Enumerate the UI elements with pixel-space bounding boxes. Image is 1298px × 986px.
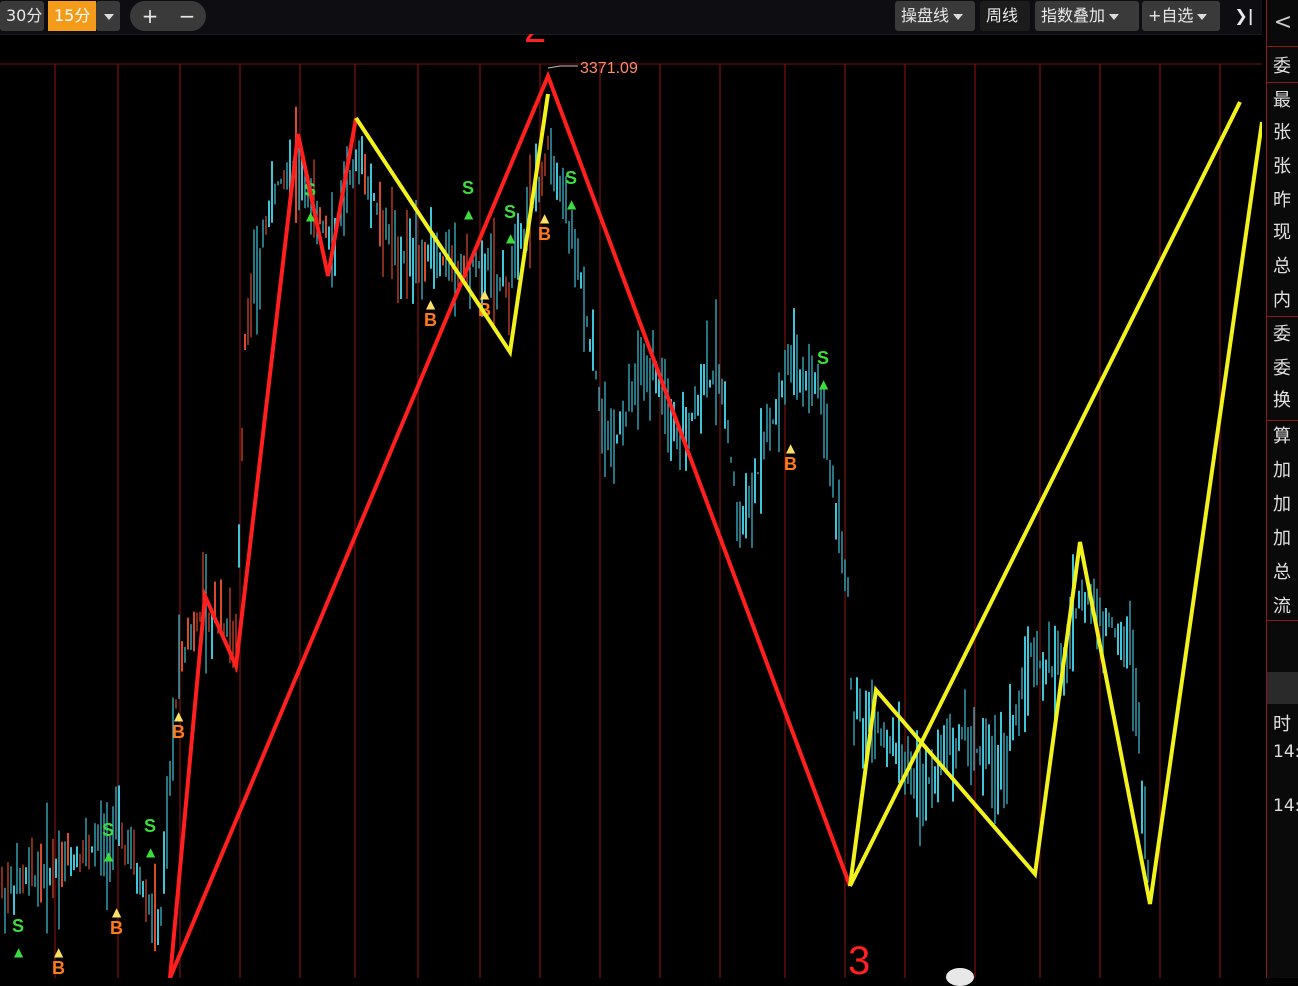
yellow-wave-line	[354, 93, 550, 358]
quote-field-label: 最	[1273, 90, 1291, 111]
time-row: 14:	[1273, 796, 1298, 816]
sidebar-divider	[1267, 82, 1298, 83]
signal-arrow-icon: ▲	[506, 231, 516, 245]
buy-signal: B	[110, 918, 123, 938]
chevron-down-icon	[953, 13, 964, 20]
quote-field-label: 委	[1273, 358, 1291, 379]
quote-field-label: 总	[1273, 562, 1291, 583]
quote-field-label: 加	[1273, 494, 1291, 515]
signal-arrow-icon: ▲	[426, 297, 436, 311]
quote-field-label: 加	[1273, 460, 1291, 481]
sell-signal: S	[144, 816, 156, 836]
back-arrow-icon[interactable]: <	[1267, 0, 1298, 47]
quote-field-label: 总	[1273, 256, 1291, 277]
buy-signal: B	[52, 958, 65, 978]
index-overlay-button[interactable]: 指数叠加	[1035, 1, 1139, 31]
signal-arrow-icon: ▲	[567, 197, 577, 211]
trade-line-label: 操盘线	[901, 6, 950, 25]
signal-arrow-icon: ▲	[14, 945, 24, 959]
buy-signal: B	[784, 454, 797, 474]
buy-signal: B	[424, 310, 437, 330]
quote-field-label: 昨	[1273, 190, 1291, 211]
quote-field-label: 张	[1273, 156, 1291, 177]
sidebar-divider	[1267, 420, 1298, 421]
trade-line-button[interactable]: 操盘线	[895, 1, 975, 31]
quote-sidebar: < 委最张张昨现总内委委换算加加加总流 时 14: 14:	[1266, 0, 1298, 978]
period-30min-button[interactable]: 30分	[0, 1, 44, 31]
chevron-down-icon	[104, 13, 114, 20]
sell-signal: S	[817, 348, 829, 368]
period-dropdown-button[interactable]	[96, 1, 120, 31]
quote-field-label: 加	[1273, 528, 1291, 549]
collapse-panel-button[interactable]: ❯|	[1228, 1, 1260, 31]
signal-arrow-icon: ▲	[174, 709, 184, 723]
period-15min-button[interactable]: 15分	[48, 1, 96, 31]
sell-signal: S	[462, 178, 474, 198]
sidebar-tab[interactable]	[1267, 672, 1298, 704]
index-overlay-label: 指数叠加	[1041, 6, 1106, 25]
time-column-header: 时	[1273, 714, 1291, 735]
chevron-down-icon	[1109, 13, 1120, 20]
add-watchlist-label: +自选	[1148, 6, 1194, 25]
sidebar-divider	[1267, 316, 1298, 317]
signal-arrow-icon: ▲	[104, 849, 114, 863]
yellow-wave-diagonal-line	[848, 101, 1242, 887]
signal-arrow-icon: ▲	[146, 845, 156, 859]
signal-arrow-icon: ▲	[480, 287, 490, 301]
zoom-out-button[interactable]: −	[168, 1, 206, 31]
sell-signal: S	[565, 168, 577, 188]
week-line-button[interactable]: 周线	[980, 1, 1030, 31]
quote-field-label: 算	[1273, 426, 1291, 447]
wave-label-2: 2	[524, 34, 546, 51]
watermark-logo	[946, 968, 974, 986]
quote-field-label: 委	[1273, 56, 1291, 77]
signal-arrow-icon: ▲	[786, 441, 796, 455]
time-row: 14:	[1273, 742, 1298, 762]
yellow-wave-right-line	[848, 121, 1262, 905]
quote-field-label: 换	[1273, 390, 1291, 411]
buy-signal: B	[172, 722, 185, 742]
quote-field-label: 张	[1273, 122, 1291, 143]
peak-price-marker: 3371.09	[547, 60, 638, 77]
signal-arrow-icon: ▲	[540, 211, 550, 225]
chart-toolbar: 30分 15分 + − 操盘线 周线 指数叠加 +自选 ❯|	[0, 0, 1262, 35]
sell-signal: S	[12, 916, 24, 936]
zoom-in-button[interactable]: +	[130, 1, 170, 31]
sidebar-divider	[1267, 620, 1298, 621]
sell-signal: S	[102, 820, 114, 840]
add-watchlist-button[interactable]: +自选	[1142, 1, 1220, 31]
chevron-down-icon	[1197, 13, 1208, 20]
wave-label-3: 3	[848, 939, 870, 978]
signal-arrow-icon: ▲	[464, 207, 474, 221]
buy-signal: B	[538, 224, 551, 244]
quote-field-label: 流	[1273, 596, 1291, 617]
chart-grid	[0, 63, 1262, 978]
sell-signal: S	[504, 202, 516, 222]
quote-field-label: 内	[1273, 290, 1291, 311]
quote-field-label: 委	[1273, 324, 1291, 345]
peak-price-label: 3371.09	[580, 60, 638, 77]
signal-arrow-icon: ▲	[819, 377, 829, 391]
candlesticks	[1, 106, 1149, 952]
quote-field-label: 现	[1273, 222, 1291, 243]
signal-arrow-icon: ▲	[54, 945, 64, 959]
price-chart[interactable]: S▲B▲S▲B▲S▲B▲S▲S▲B▲S▲B▲B▲S▲S▲B▲ 3371.09 2…	[0, 34, 1262, 978]
signal-arrow-icon: ▲	[112, 905, 122, 919]
